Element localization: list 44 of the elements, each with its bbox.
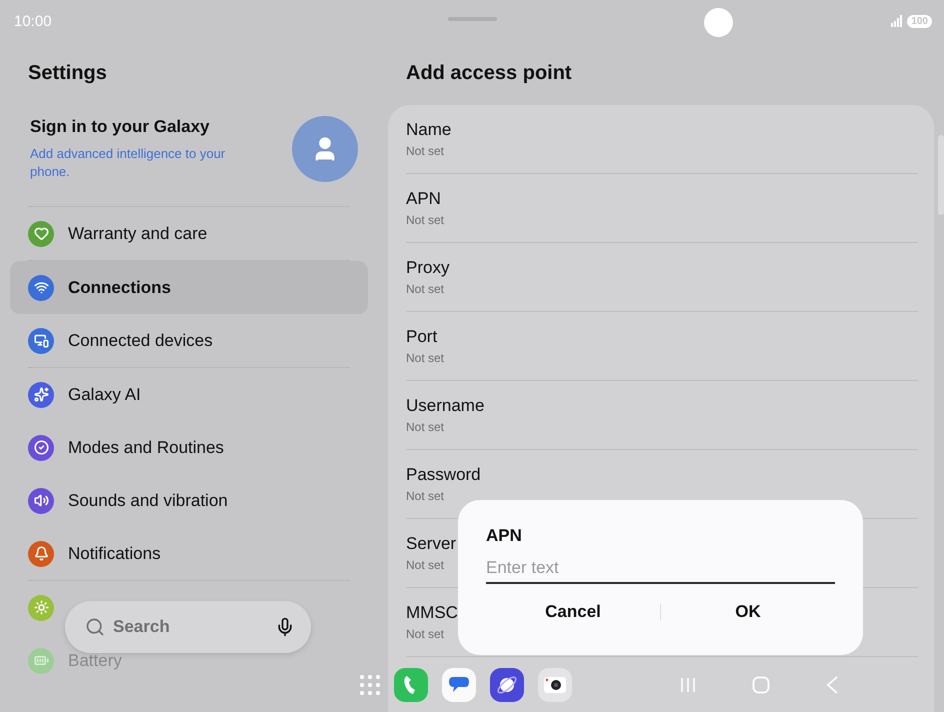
- setting-label[interactable]: Password: [406, 465, 481, 485]
- settings-item[interactable]: Notifications: [68, 544, 161, 564]
- dialog-button[interactable]: Cancel: [486, 596, 660, 628]
- settings-title: Settings: [28, 62, 108, 86]
- settings-item[interactable]: Warranty and care: [68, 224, 208, 244]
- setting-value: Not set: [406, 558, 444, 572]
- setting-label[interactable]: Port: [406, 327, 438, 347]
- camera-cutout: [704, 8, 733, 37]
- setting-value: Not set: [406, 420, 444, 434]
- text-field[interactable]: Enter text: [486, 554, 835, 584]
- setting-label[interactable]: Proxy: [406, 258, 450, 278]
- setting-value: Not set: [406, 627, 444, 641]
- account-subtitle: Add advanced intelligence to your phone.: [30, 145, 226, 181]
- settings-item[interactable]: Connected devices: [68, 330, 213, 350]
- signal-icon: [891, 15, 904, 27]
- setting-value: Not set: [406, 144, 444, 158]
- back-icon[interactable]: [826, 676, 838, 694]
- camera-app-icon[interactable]: [538, 668, 572, 702]
- settings-item[interactable]: Connections: [68, 278, 171, 298]
- setting-value: Not set: [406, 213, 444, 227]
- setting-label[interactable]: APN: [406, 189, 441, 209]
- search-icon: [85, 617, 105, 637]
- setting-label[interactable]: Username: [406, 396, 484, 416]
- settings-item[interactable]: Galaxy AI: [68, 384, 141, 404]
- settings-item[interactable]: Sounds and vibration: [68, 490, 228, 510]
- phone-app-icon[interactable]: [394, 668, 428, 702]
- recents-icon[interactable]: [680, 677, 696, 693]
- account-title[interactable]: Sign in to your Galaxy: [30, 117, 250, 137]
- apps-grid-icon[interactable]: [360, 675, 380, 695]
- internet-app-icon[interactable]: [490, 668, 524, 702]
- setting-value: Not set: [406, 489, 444, 503]
- home-icon[interactable]: [752, 676, 770, 694]
- setting-label[interactable]: Server: [406, 534, 456, 554]
- setting-label[interactable]: MMSC: [406, 603, 458, 623]
- messages-app-icon[interactable]: [442, 668, 476, 702]
- dialog-title: APN: [486, 526, 523, 546]
- setting-value: Not set: [406, 282, 444, 296]
- panel-title: Add access point: [406, 62, 573, 86]
- status-time: 10:00: [14, 12, 52, 30]
- setting-value: Not set: [406, 351, 444, 365]
- dialog-button[interactable]: OK: [661, 596, 835, 628]
- settings-item[interactable]: Modes and Routines: [68, 438, 224, 458]
- battery-level: 100: [907, 14, 932, 28]
- setting-label[interactable]: Name: [406, 120, 452, 140]
